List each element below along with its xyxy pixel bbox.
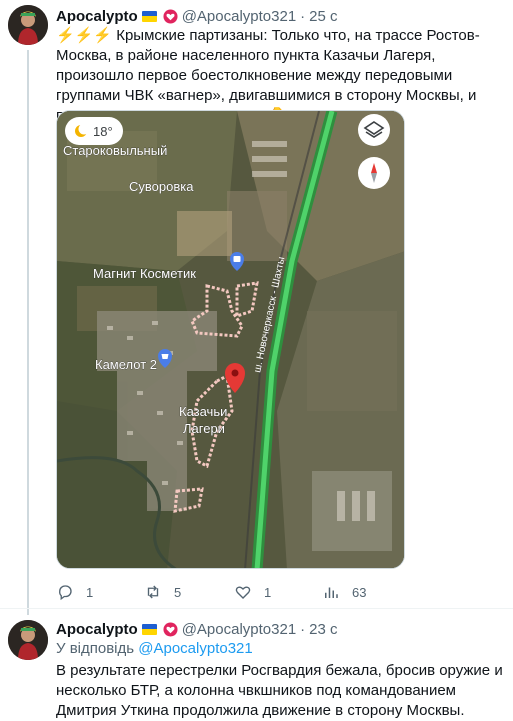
avatar-image (8, 5, 48, 45)
reply-count: 1 (86, 584, 94, 600)
weather-chip[interactable]: 18° (65, 117, 123, 145)
like-action[interactable]: 1 (234, 582, 271, 602)
author-handle[interactable]: @Apocalypto321 (182, 8, 296, 25)
label-suvorovka: Суворовка (129, 179, 194, 194)
avatar[interactable] (8, 5, 48, 45)
views-action[interactable]: 63 (322, 582, 366, 602)
reply-prefix: У відповідь (56, 640, 135, 657)
map-image[interactable]: Староковыльный Суворовка Магнит Косметик… (56, 110, 405, 569)
author-name[interactable]: Apocalypto (56, 8, 138, 25)
author-handle[interactable]: @Apocalypto321 (182, 621, 296, 638)
ukraine-flag-icon (141, 10, 157, 22)
lightning-icons: ⚡⚡⚡ (56, 27, 113, 44)
heart-badge-icon (163, 621, 178, 637)
reply-icon (59, 585, 72, 601)
avatar-image (8, 620, 48, 660)
avatar[interactable] (8, 620, 48, 660)
like-count: 1 (264, 584, 272, 600)
tweet-text: В результате перестрелки Росгвардия бежа… (56, 661, 508, 721)
tweet-2[interactable]: Apocalypto @Apocalypto321 · 23 с У відпо… (0, 609, 513, 721)
tweet-actions: 1 5 1 63 (56, 582, 456, 602)
views-count: 63 (352, 584, 367, 600)
separator-dot: · (300, 620, 306, 638)
compass-button[interactable] (358, 157, 390, 189)
views-icon (325, 587, 338, 598)
reply-action[interactable]: 1 (56, 582, 93, 602)
separator-dot: · (300, 7, 306, 25)
tweet-text-content: В результате перестрелки Росгвардия бежа… (56, 662, 503, 719)
heart-icon (235, 586, 251, 599)
retweet-icon (147, 585, 159, 599)
reply-handle-link[interactable]: @Apocalypto321 (138, 640, 252, 657)
weather-temp: 18° (93, 124, 113, 139)
label-starokovylny: Староковыльный (63, 143, 167, 158)
ukraine-flag-icon (141, 623, 157, 635)
label-lageri: Лагери (183, 421, 225, 436)
tweet-header: Apocalypto @Apocalypto321 · 25 с (56, 6, 338, 26)
tweet-1[interactable]: Apocalypto @Apocalypto321 · 25 с ⚡⚡⚡ Кры… (0, 0, 513, 615)
label-kamelot: Камелот 2 (95, 357, 157, 372)
timestamp[interactable]: 25 с (309, 8, 337, 25)
replying-to: У відповідь @Apocalypto321 (56, 639, 253, 659)
timestamp[interactable]: 23 с (309, 621, 337, 638)
heart-badge-icon (163, 8, 178, 24)
satellite-map: Староковыльный Суворовка Магнит Косметик… (57, 111, 404, 568)
retweet-action[interactable]: 5 (144, 582, 181, 602)
label-magnit: Магнит Косметик (93, 266, 196, 281)
author-name[interactable]: Apocalypto (56, 621, 138, 638)
label-kazachi: Казачьи (179, 404, 227, 419)
retweet-count: 5 (174, 584, 182, 600)
layers-button[interactable] (358, 114, 390, 146)
thread-line (27, 50, 29, 615)
tweet-header: Apocalypto @Apocalypto321 · 23 с (56, 619, 338, 639)
